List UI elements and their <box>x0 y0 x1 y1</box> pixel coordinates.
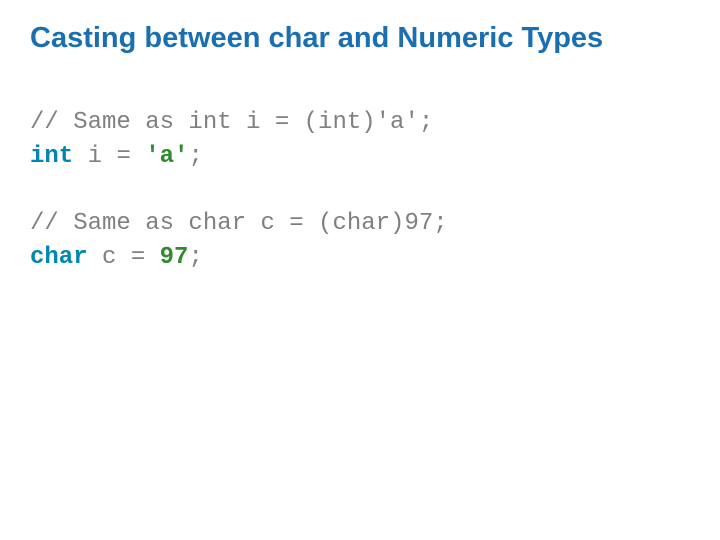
code-line-int-decl: int i = 'a'; <box>30 140 690 174</box>
keyword-int: int <box>30 143 73 170</box>
blank-line <box>30 173 690 207</box>
number-literal-97: 97 <box>160 244 189 271</box>
slide-title: Casting between char and Numeric Types <box>30 20 690 56</box>
identifier-c: c <box>102 244 116 271</box>
equals-op: = <box>131 244 145 271</box>
comment-text: // Same as int i = (int)'a'; <box>30 109 433 136</box>
semicolon: ; <box>188 244 202 271</box>
code-line-comment-2: // Same as char c = (char)97; <box>30 207 690 241</box>
equals-op: = <box>116 143 130 170</box>
comment-text: // Same as char c = (char)97; <box>30 210 448 237</box>
code-block: // Same as int i = (int)'a'; int i = 'a'… <box>30 106 690 274</box>
keyword-char: char <box>30 244 88 271</box>
semicolon: ; <box>188 143 202 170</box>
slide: Casting between char and Numeric Types /… <box>0 0 720 540</box>
code-line-comment-1: // Same as int i = (int)'a'; <box>30 106 690 140</box>
code-line-char-decl: char c = 97; <box>30 241 690 275</box>
identifier-i: i <box>88 143 102 170</box>
char-literal-a: 'a' <box>145 143 188 170</box>
